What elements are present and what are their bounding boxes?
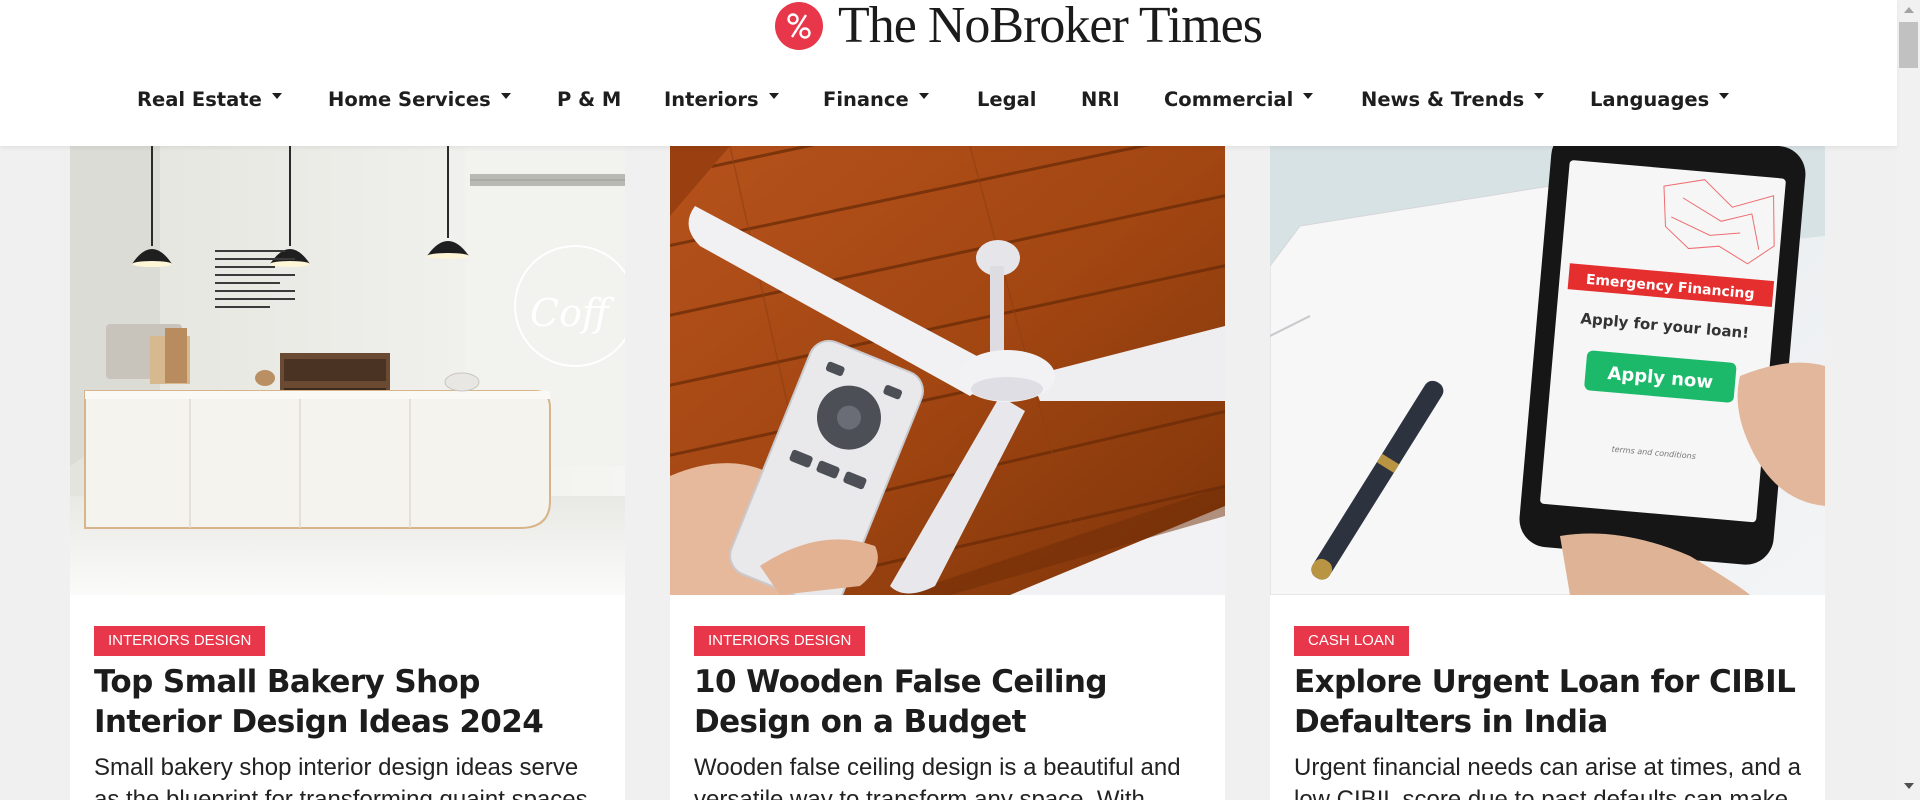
- article-card[interactable]: Emergency Financing Apply for your loan!…: [1270, 146, 1825, 800]
- caret-down-icon: [1534, 93, 1545, 99]
- caret-down-icon: [918, 93, 929, 99]
- caret-down-icon: [500, 93, 511, 99]
- phone-emergency-loan-image[interactable]: Emergency Financing Apply for your loan!…: [1270, 146, 1825, 595]
- nav-item-label: Home Services: [328, 87, 491, 111]
- bakery-shop-interior-image[interactable]: Coff: [70, 146, 625, 595]
- nav-item-label: Commercial: [1164, 87, 1294, 111]
- nav-item-finance[interactable]: Finance: [823, 84, 929, 114]
- category-badge[interactable]: INTERIORS DESIGN: [94, 626, 266, 656]
- nav-item-label: Interiors: [664, 87, 759, 111]
- nav-item-p-m[interactable]: P & M: [557, 84, 621, 114]
- article-title[interactable]: Top Small Bakery Shop Interior Design Id…: [94, 662, 604, 742]
- article-card[interactable]: Coff INTERIORS DESIGN Top Small Bakery S…: [70, 146, 625, 800]
- nav-item-news-trends[interactable]: News & Trends: [1361, 84, 1545, 114]
- site-brand[interactable]: The NoBroker Times: [775, 0, 1263, 54]
- scroll-up-arrow-icon[interactable]: [1904, 7, 1914, 13]
- article-excerpt: Urgent financial needs can arise at time…: [1294, 754, 1801, 800]
- nav-item-label: Real Estate: [137, 87, 262, 111]
- page-scrollbar[interactable]: [1897, 0, 1920, 800]
- scroll-down-arrow-icon[interactable]: [1904, 783, 1914, 789]
- percent-icon: [775, 2, 823, 50]
- nav-item-legal[interactable]: Legal: [977, 84, 1036, 114]
- caret-down-icon: [768, 93, 779, 99]
- nav-item-label: Languages: [1590, 87, 1710, 111]
- nav-item-label: Finance: [823, 87, 909, 111]
- nav-item-languages[interactable]: Languages: [1590, 84, 1730, 114]
- scrollbar-thumb[interactable]: [1899, 22, 1918, 68]
- wooden-ceiling-fan-remote-image[interactable]: [670, 146, 1225, 595]
- site-title: The NoBroker Times: [838, 0, 1263, 54]
- nav-item-real-estate[interactable]: Real Estate: [137, 84, 282, 114]
- category-badge[interactable]: CASH LOAN: [1294, 626, 1409, 656]
- article-card[interactable]: INTERIORS DESIGN 10 Wooden False Ceiling…: [670, 146, 1225, 800]
- caret-down-icon: [1303, 93, 1314, 99]
- caret-down-icon: [1719, 93, 1730, 99]
- main-nav: Real Estate Home Services P & M Interior…: [0, 84, 1897, 114]
- nav-item-label: NRI: [1081, 87, 1120, 111]
- article-title[interactable]: Explore Urgent Loan for CIBIL Defaulters…: [1294, 662, 1804, 742]
- site-header: The NoBroker Times Real Estate Home Serv…: [0, 0, 1897, 146]
- nav-item-commercial[interactable]: Commercial: [1164, 84, 1314, 114]
- nav-item-label: P & M: [557, 87, 622, 111]
- nav-item-nri[interactable]: NRI: [1081, 84, 1120, 114]
- article-title[interactable]: 10 Wooden False Ceiling Design on a Budg…: [694, 662, 1204, 742]
- article-excerpt: Wooden false ceiling design is a beautif…: [694, 754, 1181, 800]
- nav-item-label: Legal: [977, 87, 1037, 111]
- caret-down-icon: [271, 93, 282, 99]
- nav-item-label: News & Trends: [1361, 87, 1525, 111]
- nav-item-home-services[interactable]: Home Services: [328, 84, 511, 114]
- nav-item-interiors[interactable]: Interiors: [664, 84, 779, 114]
- category-badge[interactable]: INTERIORS DESIGN: [694, 626, 866, 656]
- svg-text:Coff: Coff: [530, 291, 615, 335]
- article-excerpt: Small bakery shop interior design ideas …: [94, 754, 588, 800]
